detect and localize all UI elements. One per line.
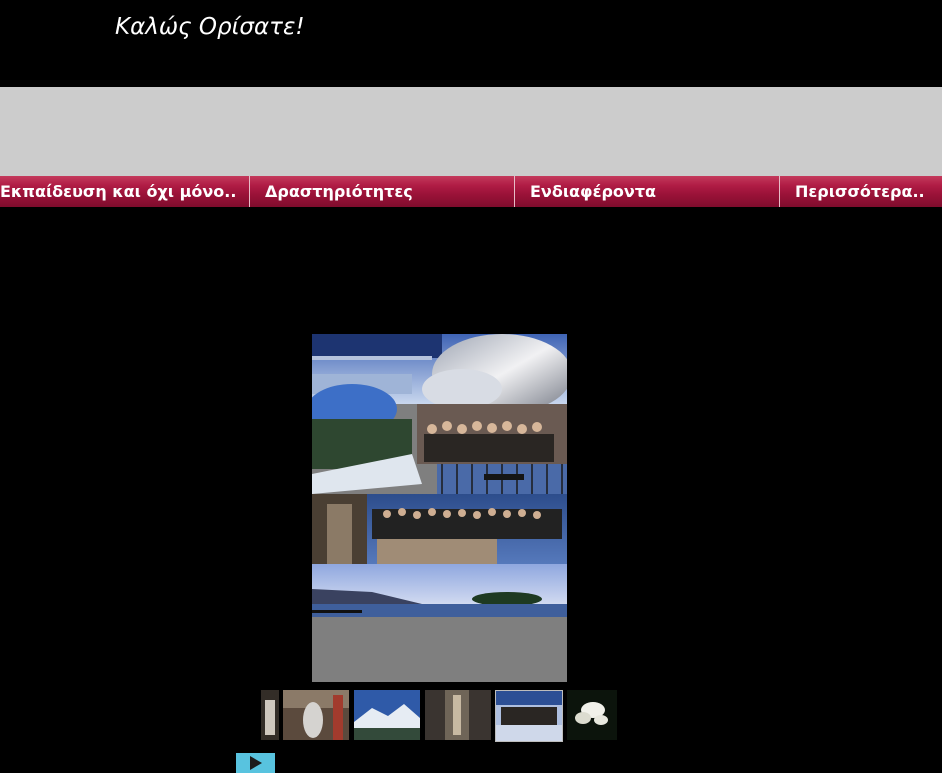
nav-separator bbox=[249, 176, 250, 207]
play-icon bbox=[250, 756, 262, 770]
thumbnail-strip bbox=[261, 690, 621, 742]
thumbnail[interactable] bbox=[567, 690, 617, 740]
thumbnail[interactable] bbox=[261, 690, 279, 740]
main-nav: Εκπαίδευση και όχι μόνο.. Δραστηριότητες… bbox=[0, 176, 942, 207]
thumbnail[interactable] bbox=[354, 690, 420, 740]
header: Καλώς Ορίσατε! bbox=[0, 0, 942, 87]
thumbnail-selected[interactable] bbox=[495, 690, 563, 742]
nav-item-more[interactable]: Περισσότερα.. bbox=[795, 176, 925, 207]
site-title: Καλώς Ορίσατε! bbox=[115, 14, 305, 40]
thumbnail[interactable] bbox=[283, 690, 349, 740]
nav-item-activities[interactable]: Δραστηριότητες bbox=[265, 176, 413, 207]
banner bbox=[0, 87, 942, 176]
thumbnail[interactable] bbox=[425, 690, 491, 740]
nav-separator bbox=[514, 176, 515, 207]
page: Καλώς Ορίσατε! Εκπαίδευση και όχι μόνο..… bbox=[0, 0, 942, 773]
photo-collage bbox=[312, 334, 567, 617]
nav-separator bbox=[779, 176, 780, 207]
nav-item-interests[interactable]: Ενδιαφέροντα bbox=[530, 176, 656, 207]
nav-item-education[interactable]: Εκπαίδευση και όχι μόνο.. bbox=[0, 176, 236, 207]
play-button[interactable] bbox=[236, 753, 275, 773]
slideshow-main-image[interactable] bbox=[312, 334, 567, 682]
